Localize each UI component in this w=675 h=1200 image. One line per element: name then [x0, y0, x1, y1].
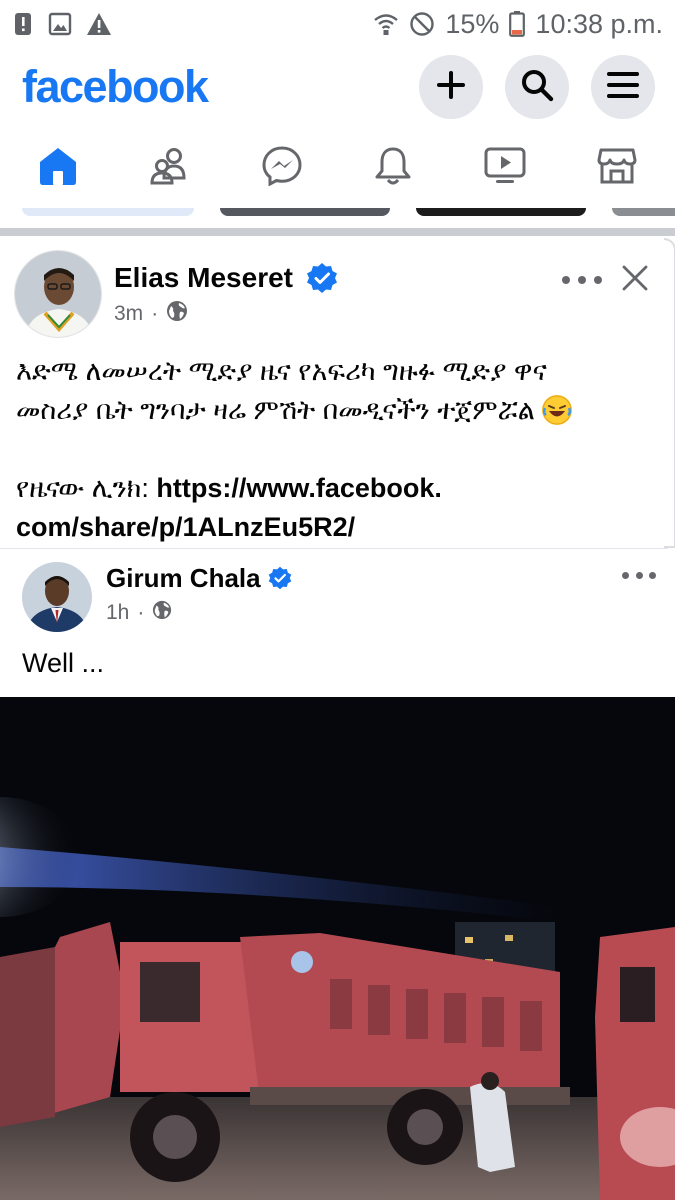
story-card[interactable]: [612, 208, 675, 216]
do-not-disturb-icon: [409, 11, 435, 37]
tab-home[interactable]: [20, 133, 96, 203]
shared-post-text: Well ...: [22, 648, 105, 678]
story-card[interactable]: [22, 208, 194, 216]
create-button[interactable]: [419, 55, 483, 119]
post-time[interactable]: 3m: [114, 302, 143, 326]
video-frame: [0, 697, 675, 1200]
marketplace-icon: [597, 146, 637, 191]
post-link-part-1[interactable]: https://www.facebook.: [156, 473, 442, 503]
story-card[interactable]: [416, 208, 586, 216]
post-text-line: መስሪያ ቤት ግንባታ ዛሬ ምሽት በመዲናችን ተጀምሯል: [16, 391, 656, 430]
facebook-logo[interactable]: facebook: [22, 61, 209, 113]
globe-icon: [166, 300, 188, 328]
post-text-line: የዜናው ሊንክ: https://www.facebook.: [16, 469, 656, 508]
post-link-part-2[interactable]: com/share/p/1ALnzEu5R2/: [16, 512, 355, 542]
search-button[interactable]: [505, 55, 569, 119]
main-nav: [0, 128, 675, 208]
shared-author-name[interactable]: Girum Chala: [106, 563, 261, 594]
post-text-line: com/share/p/1ALnzEu5R2/: [16, 508, 656, 547]
image-icon: [48, 12, 72, 36]
shared-post-frame: [664, 238, 675, 548]
wifi-icon: [373, 11, 399, 37]
menu-button[interactable]: [591, 55, 655, 119]
post-meta: 3m ·: [114, 300, 188, 328]
plus-icon: [436, 70, 466, 105]
search-icon: [520, 68, 554, 107]
post-text-spacer: [16, 430, 656, 469]
verified-badge-icon: [268, 566, 292, 595]
post-more-button[interactable]: [562, 268, 602, 292]
post-text-line: እድሜ ለመሠረት ሚድያ ዜና የአፍሪካ ግዙፉ ሚድያ ዋና: [16, 352, 656, 391]
shared-author-avatar[interactable]: [22, 562, 92, 632]
battery-icon: [509, 11, 526, 37]
post-body: እድሜ ለመሠረት ሚድያ ዜና የአፍሪካ ግዙፉ ሚድያ ዋና መስሪያ ቤ…: [16, 352, 656, 547]
messenger-icon: [262, 145, 302, 191]
hide-post-button[interactable]: [620, 263, 650, 293]
shared-post-meta: 1h ·: [106, 600, 172, 626]
laughing-emoji-icon: [542, 395, 573, 425]
header-actions: [419, 55, 655, 119]
clock: 10:38 p.m.: [535, 8, 663, 39]
tab-friends[interactable]: [132, 133, 208, 203]
globe-icon: [152, 600, 172, 626]
shared-video[interactable]: [0, 697, 675, 1200]
feed-divider: [0, 228, 675, 236]
bell-icon: [374, 146, 412, 191]
story-card[interactable]: [220, 208, 390, 216]
tab-messenger[interactable]: [244, 133, 320, 203]
friends-icon: [149, 147, 191, 190]
shared-post-time[interactable]: 1h: [106, 601, 129, 625]
home-icon: [38, 146, 78, 191]
battery-percent: 15%: [445, 8, 500, 39]
warning-icon: [86, 12, 112, 36]
shared-post-more-button[interactable]: [622, 563, 656, 587]
status-bar: 15% 10:38 p.m.: [0, 0, 675, 48]
tab-marketplace[interactable]: [579, 133, 655, 203]
link-label: የዜናው ሊንክ:: [16, 473, 149, 503]
post-text-line-1: እድሜ ለመሠረት ሚድያ ዜና የአፍሪካ ግዙፉ ሚድያ ዋና: [16, 356, 547, 386]
status-left-icons: [12, 12, 112, 36]
tab-notifications[interactable]: [355, 133, 431, 203]
app-header: facebook: [0, 48, 675, 126]
menu-icon: [606, 70, 640, 105]
meta-separator: ·: [151, 302, 159, 325]
alert-icon: [12, 12, 34, 36]
post-text-line-2: መስሪያ ቤት ግንባታ ዛሬ ምሽት በመዲናችን ተጀምሯል: [16, 395, 535, 425]
tab-video[interactable]: [467, 133, 543, 203]
status-right-icons: 15% 10:38 p.m.: [373, 9, 663, 40]
avatar[interactable]: [14, 250, 102, 338]
video-icon: [484, 146, 526, 191]
post-author-name[interactable]: Elias Meseret: [114, 262, 293, 294]
verified-badge-icon: [306, 262, 338, 299]
meta-separator: ·: [137, 601, 145, 624]
close-icon: [620, 265, 650, 297]
